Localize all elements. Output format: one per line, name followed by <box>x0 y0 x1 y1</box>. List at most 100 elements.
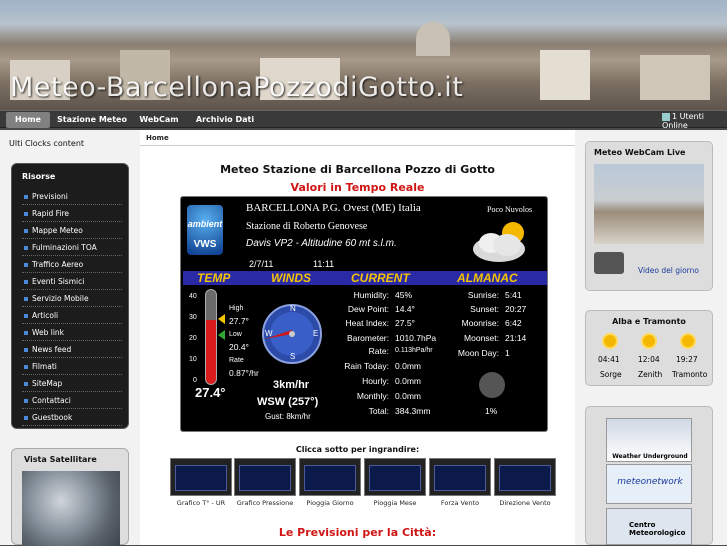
sunset-time: 19:27 <box>676 355 698 364</box>
graph-thumb-temp[interactable] <box>170 458 232 496</box>
graph-label: Grafico Pressione <box>236 499 294 507</box>
page-title: Meteo Stazione di Barcellona Pozzo di Go… <box>220 163 495 176</box>
logo-top-text: ambient <box>187 219 223 229</box>
low-marker-icon <box>218 330 225 340</box>
scale-20: 20 <box>189 335 197 342</box>
thermometer-icon <box>205 289 217 385</box>
station-time: 11:11 <box>313 259 335 269</box>
computer-icon <box>662 112 670 121</box>
menu-item-articoli[interactable]: Articoli <box>22 307 122 324</box>
wind-gust: Gust: 8km/hr <box>265 412 311 421</box>
nav-webcam[interactable]: WebCam <box>134 112 184 128</box>
menu-item-news-feed[interactable]: News feed <box>22 341 122 358</box>
logo-bottom-text: VWS <box>193 239 217 250</box>
sunset-label: Tramonto <box>672 370 708 379</box>
menu-item-filmati[interactable]: Filmati <box>22 358 122 375</box>
rain-hourly-label: Hourly: <box>362 376 389 386</box>
satellite-title: Vista Satellitare <box>24 455 97 464</box>
high-label: High <box>229 305 244 312</box>
condition-label: Poco Nuvolos <box>487 205 533 214</box>
centro-meteorologico-banner[interactable]: Centro Meteorologico <box>606 508 692 545</box>
video-camera-icon[interactable] <box>594 252 624 274</box>
sunset-icon <box>682 335 694 347</box>
nav-home[interactable]: Home <box>6 112 50 128</box>
humidity-label: Humidity: <box>353 290 389 300</box>
high-marker-icon <box>218 314 225 324</box>
menu-item-sitemap[interactable]: SiteMap <box>22 375 122 392</box>
sunset-label: Sunset: <box>470 304 499 314</box>
graph-label: Pioggia Giorno <box>306 499 354 507</box>
menu-item-fulminazioni[interactable]: Fulminazioni TOA <box>22 239 122 256</box>
scale-0: 0 <box>193 377 197 384</box>
station-location: BARCELLONA P.G. Ovest (ME) Italia <box>246 202 421 214</box>
weather-underground-banner[interactable]: Weather Underground <box>606 418 692 462</box>
sunrise-icon <box>604 335 616 347</box>
menu-item-servizio-mobile[interactable]: Servizio Mobile <box>22 290 122 307</box>
rain-today-value: 0.0mm <box>395 361 421 371</box>
compass-s: S <box>290 352 296 361</box>
breadcrumb[interactable]: Home <box>140 132 575 146</box>
graph-thumb-rain-day[interactable] <box>299 458 361 496</box>
nav-stazione-meteo[interactable]: Stazione Meteo <box>56 112 128 128</box>
moonset-label: Moonset: <box>464 333 499 343</box>
graph-thumb-wind-dir[interactable] <box>494 458 556 496</box>
menu-item-contattaci[interactable]: Contattaci <box>22 392 122 409</box>
nav-archivio-dati[interactable]: Archivio Dati <box>190 112 260 128</box>
partner-label-centro: Centro Meteorologico <box>629 521 686 537</box>
moon-icon <box>479 372 505 398</box>
meteonetwork-banner[interactable]: meteonetwork <box>606 464 692 504</box>
sunrise-label: Sorge <box>600 370 622 379</box>
webcam-title: Meteo WebCam Live <box>594 148 686 157</box>
sunrise-time: 04:41 <box>598 355 620 364</box>
page-subtitle: Valori in Tempo Reale <box>290 181 425 194</box>
heatindex-value: 27.5° <box>395 318 415 328</box>
menu-item-eventi-sismici[interactable]: Eventi Sismici <box>22 273 122 290</box>
site-title[interactable]: Meteo-BarcellonaPozzodiGotto.it <box>10 72 463 103</box>
header-banner: Meteo-BarcellonaPozzodiGotto.it <box>0 0 727 110</box>
graph-thumb-wind-speed[interactable] <box>429 458 491 496</box>
low-label: Low <box>229 331 242 338</box>
menu-item-traffico-aereo[interactable]: Traffico Aereo <box>22 256 122 273</box>
pressure-rate-label: Rate: <box>368 346 389 356</box>
users-online: 1 Utenti Online <box>662 112 727 130</box>
compass-w: W <box>265 329 273 338</box>
menu-item-rapid-fire[interactable]: Rapid Fire <box>22 205 122 222</box>
menu-item-web-link[interactable]: Web link <box>22 324 122 341</box>
station-owner: Stazione di Roberto Genovese <box>246 221 368 232</box>
sun-times-title: Alba e Tramonto <box>612 317 686 326</box>
ambient-vws-logo: ambient VWS <box>187 205 223 255</box>
wind-direction: WSW (257°) <box>257 396 319 408</box>
moon-illumination: 1% <box>485 406 498 416</box>
sun-cloud-icon <box>473 222 525 262</box>
resources-menu: Risorse Previsioni Rapid Fire Mappe Mete… <box>11 163 129 429</box>
graph-thumb-pressure[interactable] <box>234 458 296 496</box>
header-winds: WINDS <box>271 271 311 285</box>
graph-thumb-rain-month[interactable] <box>364 458 426 496</box>
barometer-value: 1010.7hPa <box>395 333 437 343</box>
rain-hourly-value: 0.0mm <box>395 376 421 386</box>
video-link[interactable]: Video del giorno <box>638 266 699 275</box>
menu-item-guestbook[interactable]: Guestbook <box>22 409 122 426</box>
satellite-image[interactable] <box>22 471 120 546</box>
header-current: CURRENT <box>351 271 410 285</box>
rate-label: Rate <box>229 357 244 364</box>
scale-40: 40 <box>189 293 197 300</box>
weather-station-panel[interactable]: ambient VWS BARCELLONA P.G. Ovest (ME) I… <box>180 196 548 432</box>
station-date: 2/7/11 <box>249 259 274 269</box>
rain-total-label: Total: <box>368 406 389 416</box>
rain-today-label: Rain Today: <box>344 361 389 371</box>
moonday-label: Moon Day: <box>457 348 499 358</box>
resources-title: Risorse <box>22 172 56 181</box>
compass-n: N <box>290 304 296 313</box>
moonday-value: 1 <box>505 348 510 358</box>
main-navigation: Home Stazione Meteo WebCam Archivio Dati <box>0 110 727 128</box>
current-temperature: 27.4° <box>195 385 226 400</box>
graph-label: Direzione Vento <box>499 499 551 507</box>
webcam-image[interactable] <box>594 164 704 244</box>
barometer-label: Barometer: <box>346 333 389 343</box>
station-model: Davis VP2 - Altitudine 60 mt s.l.m. <box>246 238 397 249</box>
menu-item-mappe-meteo[interactable]: Mappe Meteo <box>22 222 122 239</box>
graph-label: Pioggia Mese <box>373 499 417 507</box>
menu-item-previsioni[interactable]: Previsioni <box>22 188 122 205</box>
section-header-bar: TEMP WINDS CURRENT ALMANAC <box>183 271 547 285</box>
